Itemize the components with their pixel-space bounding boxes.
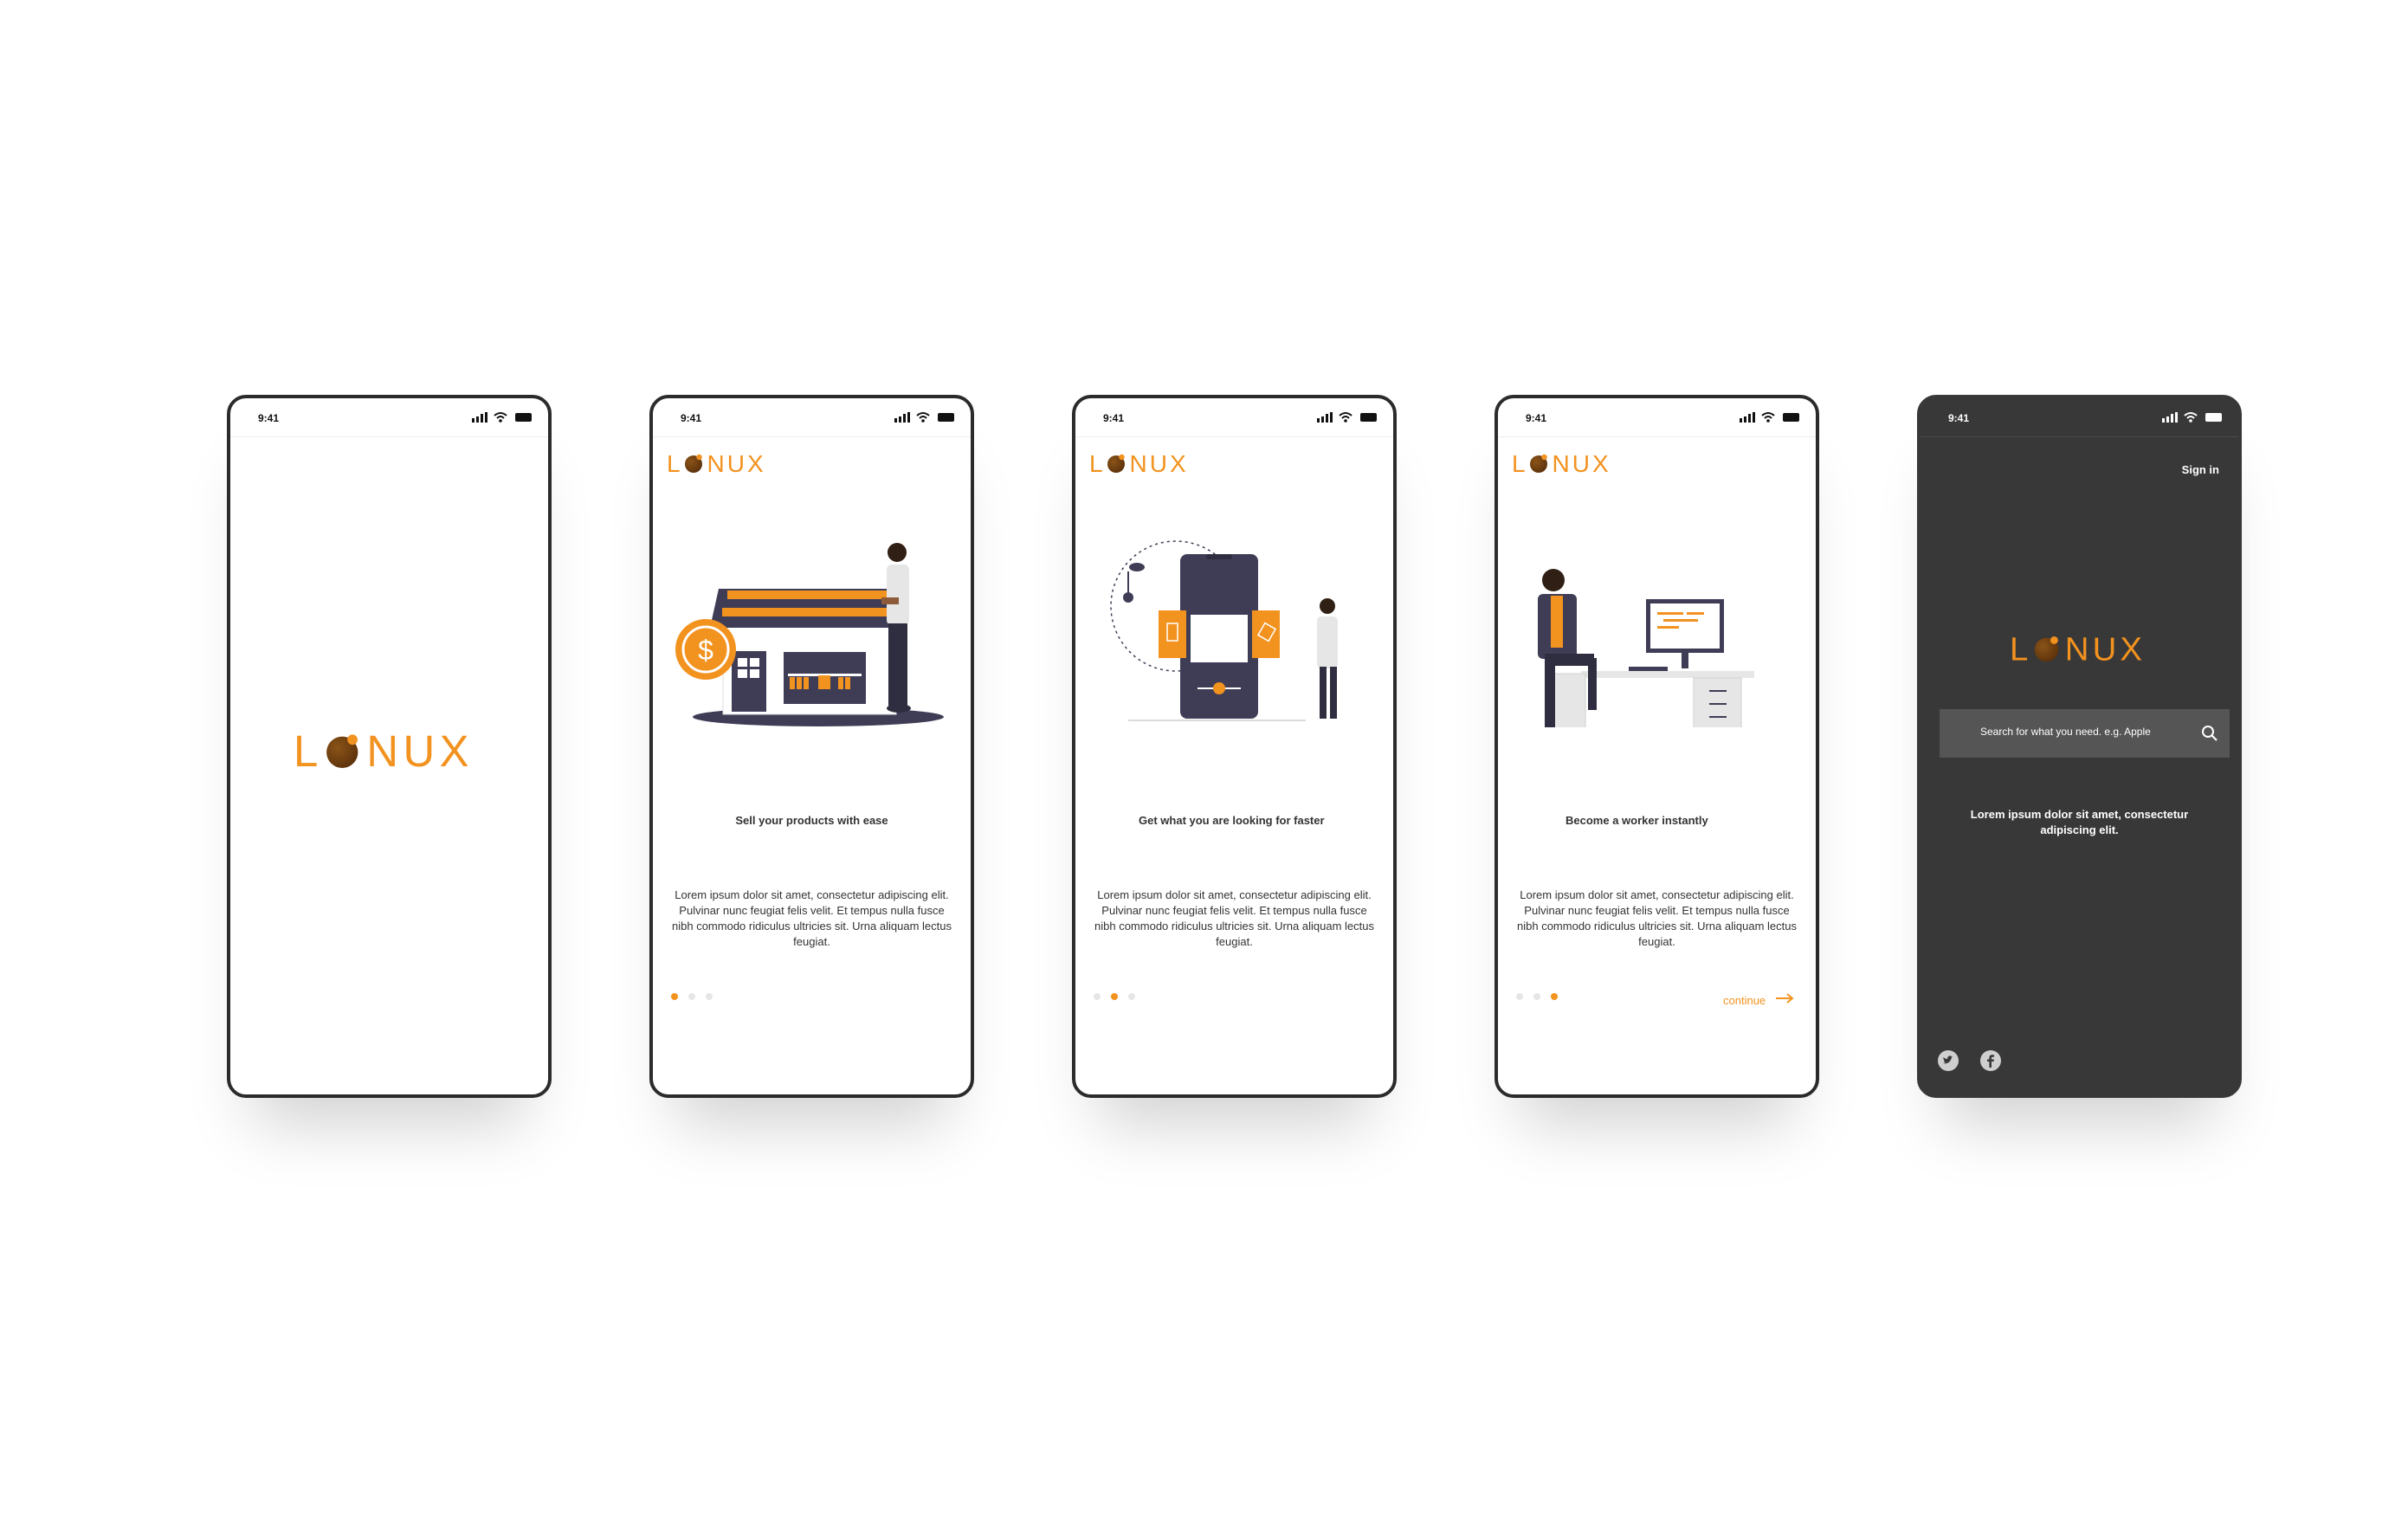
onboarding-title: Sell your products with ease (735, 814, 888, 827)
phone-splash: 9:41 (227, 395, 552, 1098)
onboarding-description: Lorem ipsum dolor sit amet, consectetur … (672, 888, 952, 948)
phone-onboarding-search: 9:41 Get what you are looking for faster… (1072, 395, 1397, 1098)
lonux-logo (667, 450, 774, 476)
status-time: 9:41 (681, 412, 702, 424)
status-bar: 9:41 (1498, 398, 1816, 437)
worker-illustration (1538, 569, 1754, 727)
onboarding-description: Lorem ipsum dolor sit amet, consectetur … (1517, 888, 1797, 948)
status-time: 9:41 (1948, 412, 1970, 424)
lonux-logo (294, 726, 488, 775)
phone-illustration (1110, 540, 1338, 721)
lonux-logo (1089, 450, 1197, 476)
status-time: 9:41 (1526, 412, 1547, 424)
search-icon[interactable] (2200, 724, 2219, 743)
lonux-logo (1512, 450, 1619, 476)
pagination-dots[interactable] (1515, 991, 1567, 1002)
sign-in-link[interactable]: Sign in (2182, 463, 2219, 476)
status-time: 9:41 (258, 412, 280, 424)
status-bar: 9:41 (230, 398, 548, 437)
continue-button[interactable]: continue (1723, 994, 1766, 1007)
pagination-dots[interactable] (1093, 991, 1145, 1002)
status-time: 9:41 (1103, 412, 1125, 424)
phone-onboarding-worker: 9:41 Become a worker instantly Lorem ips… (1495, 395, 1819, 1098)
search-input[interactable]: Search for what you need. e.g. Apple (1980, 726, 2151, 738)
onboarding-description: Lorem ipsum dolor sit amet, consectetur … (1094, 888, 1374, 948)
search-bar[interactable]: Search for what you need. e.g. Apple (1940, 709, 2230, 758)
onboarding-title: Get what you are looking for faster (1139, 814, 1325, 827)
status-icons (2162, 410, 2224, 424)
facebook-icon[interactable] (1980, 1050, 2001, 1071)
svg-text:$: $ (698, 635, 713, 666)
status-bar: 9:41 (1075, 398, 1393, 437)
status-bar: 9:41 (1921, 398, 2238, 437)
status-bar: 9:41 (653, 398, 971, 437)
twitter-icon[interactable] (1938, 1050, 1959, 1071)
phone-onboarding-sell: 9:41 $ Sell your products with ease Lore… (649, 395, 974, 1098)
arrow-right-icon[interactable] (1775, 992, 1794, 1004)
lonux-logo (2010, 630, 2157, 667)
status-icons (1317, 410, 1379, 424)
status-icons (894, 410, 957, 424)
status-icons (1740, 410, 1802, 424)
shop-illustration: $ (675, 543, 944, 726)
status-icons (472, 410, 534, 424)
phone-search-home: 9:41 Sign in Search for what you need. e… (1917, 395, 2242, 1098)
pagination-dots[interactable] (670, 991, 722, 1002)
intro-text: Lorem ipsum dolor sit amet, consectetur … (1970, 808, 2189, 836)
onboarding-title: Become a worker instantly (1566, 814, 1708, 827)
